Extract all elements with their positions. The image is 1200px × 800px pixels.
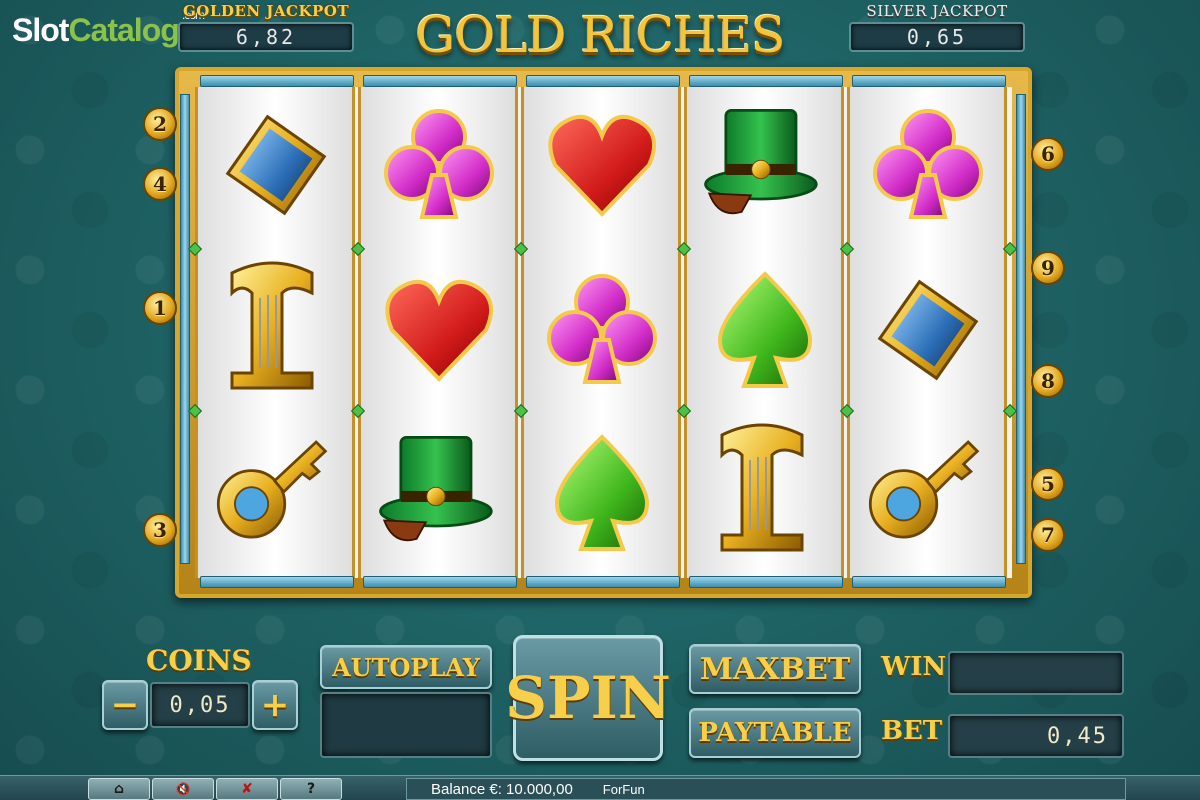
game-title: GOLD RICHES [415, 6, 785, 64]
club-icon [868, 100, 988, 230]
balance-text: Balance €: 10.000,00 [431, 780, 573, 798]
payline-marker[interactable]: 2 [143, 107, 177, 141]
coin-value-display: 0,05 [150, 682, 250, 728]
watermark-text-slot: Slot [12, 12, 69, 48]
right-rail [1016, 94, 1026, 564]
settings-icon: ✘ [241, 781, 253, 797]
reel-cap-bottom [363, 576, 517, 588]
golden-jackpot-label: GOLDEN JACKPOT [182, 2, 350, 20]
reel-cap-top [363, 75, 517, 87]
coin-increase-button[interactable]: + [252, 680, 298, 730]
silver-jackpot-value: 0,65 [849, 22, 1025, 52]
top-hat-icon [700, 98, 820, 228]
paytable-button[interactable]: PAYTABLE [689, 708, 861, 758]
reel-cap-top [852, 75, 1006, 87]
watermark-text-catalog: Catalog [68, 12, 179, 48]
heart-icon [542, 100, 662, 230]
silver-jackpot: SILVER JACKPOT 0,65 [849, 2, 1025, 52]
autoplay-button[interactable]: AUTOPLAY [320, 645, 492, 689]
help-icon: ? [306, 781, 316, 797]
club-icon [542, 265, 662, 395]
payline-marker[interactable]: 4 [143, 167, 177, 201]
club-icon [379, 100, 499, 230]
settings-button[interactable]: ✘ [216, 778, 278, 800]
coin-decrease-button[interactable]: − [102, 680, 148, 730]
coins-label: COINS [146, 644, 252, 677]
reel-cap-bottom [689, 576, 843, 588]
maxbet-button[interactable]: MAXBET [689, 644, 861, 694]
spin-button[interactable]: SPIN [505, 635, 671, 761]
left-rail [180, 94, 190, 564]
bottom-bar: ⌂ 🔇 ✘ ? Balance €: 10.000,00 ForFun [0, 775, 1200, 800]
reel-cap-bottom [526, 576, 680, 588]
top-hat-icon [375, 425, 495, 555]
key-icon [862, 425, 982, 555]
reel-cap-top [689, 75, 843, 87]
harp-icon [212, 258, 332, 390]
autoplay-panel [320, 692, 492, 758]
payline-marker[interactable]: 9 [1031, 251, 1065, 285]
win-label: WIN [881, 652, 947, 682]
key-icon [210, 425, 330, 555]
reel-cap-top [526, 75, 680, 87]
sound-button[interactable]: 🔇 [152, 778, 214, 800]
golden-jackpot: GOLDEN JACKPOT 6,82 [178, 2, 354, 52]
payline-marker[interactable]: 6 [1031, 137, 1065, 171]
payline-marker[interactable]: 1 [143, 291, 177, 325]
bet-label: BET [881, 716, 943, 746]
payline-marker[interactable]: 5 [1031, 467, 1065, 501]
bet-value-display: 0,45 [948, 714, 1124, 758]
payline-marker[interactable]: 8 [1031, 364, 1065, 398]
watermark-logo: SlotCatalog .com [12, 8, 205, 49]
home-button[interactable]: ⌂ [88, 778, 150, 800]
sound-off-icon: 🔇 [175, 782, 191, 796]
payline-marker[interactable]: 7 [1031, 518, 1065, 552]
harp-icon [702, 420, 822, 552]
spade-icon [542, 428, 662, 558]
reel-cap-bottom [852, 576, 1006, 588]
reel-cap-bottom [200, 576, 354, 588]
golden-jackpot-value: 6,82 [178, 22, 354, 52]
heart-icon [379, 265, 499, 395]
help-button[interactable]: ? [280, 778, 342, 800]
diamond-icon [216, 100, 336, 230]
balance-panel: Balance €: 10.000,00 ForFun [406, 778, 1126, 800]
win-value-display [948, 651, 1124, 695]
reel-cap-top [200, 75, 354, 87]
silver-jackpot-label: SILVER JACKPOT [866, 2, 1008, 20]
home-icon: ⌂ [113, 781, 125, 797]
diamond-icon [868, 265, 988, 395]
play-mode-text: ForFun [602, 781, 645, 797]
spade-icon [705, 265, 825, 395]
payline-marker[interactable]: 3 [143, 513, 177, 547]
